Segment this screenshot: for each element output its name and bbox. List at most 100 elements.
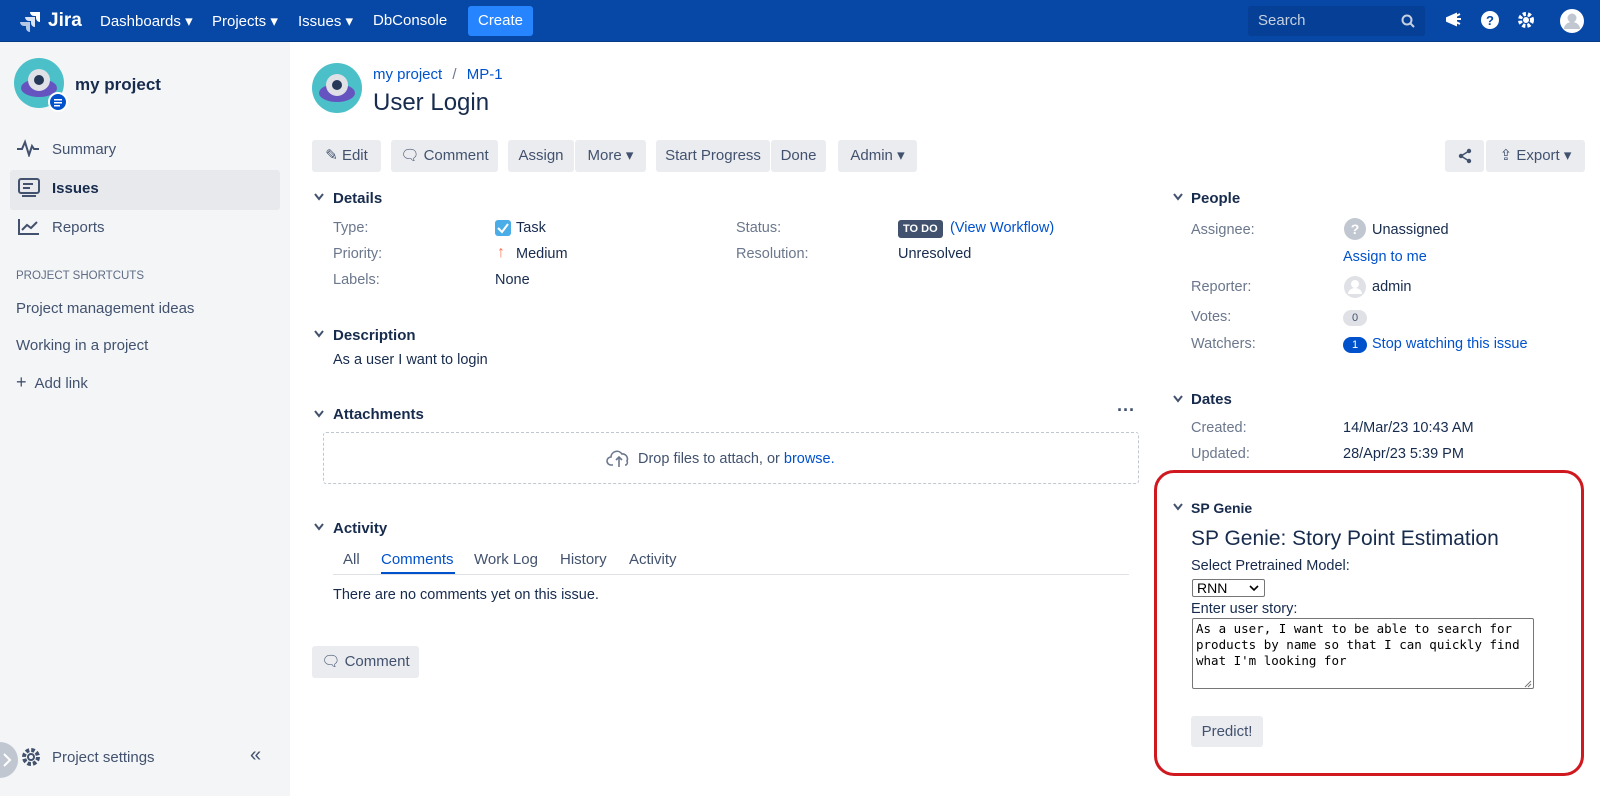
nav-issues[interactable]: Issues ▾ <box>298 12 353 30</box>
assignee-label: Assignee: <box>1191 222 1255 238</box>
settings-gear-icon[interactable] <box>1516 10 1536 30</box>
nav-projects[interactable]: Projects ▾ <box>212 12 278 30</box>
chevron-down-icon: ▾ <box>1563 147 1572 164</box>
assign-to-me-link[interactable]: Assign to me <box>1343 249 1427 265</box>
priority-value: Medium <box>516 246 568 262</box>
tab-activity[interactable]: Activity <box>629 551 677 568</box>
priority-label: Priority: <box>333 246 383 262</box>
drop-files-text: Drop files to attach, or browse. <box>638 451 835 467</box>
reporter-label: Reporter: <box>1191 279 1252 295</box>
sp-genie-collapse-chevron-icon[interactable] <box>1173 503 1183 511</box>
dates-collapse-chevron-icon[interactable] <box>1173 395 1183 403</box>
notifications-megaphone-icon[interactable] <box>1444 10 1464 30</box>
pretrained-model-select[interactable]: RNN <box>1192 579 1265 597</box>
sidebar-item-issues-highlight <box>10 170 280 210</box>
resolution-value: Unresolved <box>898 246 972 262</box>
no-comments-text: There are no comments yet on this issue. <box>333 587 599 603</box>
nav-dbconsole[interactable]: DbConsole <box>373 12 447 29</box>
add-comment-button[interactable]: 🗨 Comment <box>312 646 419 678</box>
attachments-more-options-icon[interactable]: ··· <box>1117 400 1135 421</box>
project-settings-link[interactable]: Project settings <box>52 749 155 766</box>
edit-button-label: Edit <box>341 147 368 164</box>
votes-label: Votes: <box>1191 309 1232 325</box>
predict-button[interactable]: Predict! <box>1191 716 1263 747</box>
task-checkbox-icon <box>495 220 511 236</box>
done-button[interactable]: Done <box>771 140 826 172</box>
tab-work-log[interactable]: Work Log <box>474 551 538 568</box>
chevron-down-icon <box>1249 585 1259 592</box>
top-navigation-bar: Jira Dashboards ▾ Projects ▾ Issues ▾ Db… <box>0 0 1600 42</box>
expand-arrow-icon[interactable] <box>0 742 22 778</box>
selected-model-value: RNN <box>1197 580 1228 596</box>
share-button[interactable] <box>1445 140 1484 172</box>
resize-handle-icon[interactable] <box>1524 680 1532 688</box>
cloud-upload-icon <box>606 450 629 467</box>
comment-button-label: Comment <box>423 147 489 164</box>
start-progress-button[interactable]: Start Progress <box>656 140 770 172</box>
issue-title[interactable]: User Login <box>373 89 489 117</box>
issues-icon <box>18 178 40 197</box>
export-button[interactable]: ⇪ Export ▾ <box>1486 140 1585 172</box>
attachments-heading: Attachments <box>333 406 424 423</box>
type-value: Task <box>516 220 546 236</box>
user-avatar-icon[interactable] <box>1559 8 1585 34</box>
project-sidebar: my project Summary Issues Reports PROJEC… <box>0 42 290 796</box>
edit-button[interactable]: ✎ Edit <box>312 140 381 172</box>
description-collapse-chevron-icon[interactable] <box>314 330 324 338</box>
watchers-count-badge: 1 <box>1343 337 1367 353</box>
comment-button[interactable]: 🗨 Comment <box>391 140 498 172</box>
activity-collapse-chevron-icon[interactable] <box>314 523 324 531</box>
tabs-divider <box>333 574 1129 575</box>
chevron-down-icon: ▾ <box>345 13 354 30</box>
collapse-sidebar-icon[interactable]: « <box>250 744 261 767</box>
sidebar-item-issues[interactable]: Issues <box>52 180 99 197</box>
description-heading: Description <box>333 327 416 344</box>
tab-history[interactable]: History <box>560 551 607 568</box>
assignee-value[interactable]: Unassigned <box>1372 222 1449 238</box>
user-story-textarea[interactable]: As a user, I want to be able to search f… <box>1192 618 1534 689</box>
create-button[interactable]: Create <box>468 6 533 36</box>
breadcrumb-issue-key-link[interactable]: MP-1 <box>467 66 503 83</box>
svg-text:?: ? <box>1486 13 1494 28</box>
drop-files-label: Drop files to attach, or <box>638 451 780 467</box>
view-workflow-link[interactable]: (View Workflow) <box>950 220 1054 236</box>
details-collapse-chevron-icon[interactable] <box>314 193 324 201</box>
shortcut-working-in-a-project[interactable]: Working in a project <box>16 337 148 354</box>
shortcut-project-management-ideas[interactable]: Project management ideas <box>16 300 194 317</box>
updated-value: 28/Apr/23 5:39 PM <box>1343 446 1464 462</box>
help-icon[interactable]: ? <box>1480 10 1500 30</box>
nav-dashboards-label: Dashboards <box>100 13 181 30</box>
more-button[interactable]: More ▾ <box>575 140 646 172</box>
add-link-button[interactable]: + Add link <box>16 372 88 393</box>
assign-button[interactable]: Assign <box>508 140 574 172</box>
search-placeholder: Search <box>1258 12 1306 29</box>
priority-medium-arrow-icon: ↑ <box>497 244 505 261</box>
sidebar-item-summary[interactable]: Summary <box>52 141 116 158</box>
sidebar-item-reports[interactable]: Reports <box>52 219 105 236</box>
jira-logo[interactable]: Jira <box>20 8 82 34</box>
comment-bubble-icon: 🗨 <box>321 653 341 670</box>
stop-watching-link[interactable]: Stop watching this issue <box>1372 336 1528 352</box>
attachments-collapse-chevron-icon[interactable] <box>314 410 324 418</box>
description-text[interactable]: As a user I want to login <box>333 352 488 368</box>
project-shortcuts-heading: PROJECT SHORTCUTS <box>16 270 145 282</box>
tab-comments[interactable]: Comments <box>381 551 454 568</box>
nav-dashboards[interactable]: Dashboards ▾ <box>100 12 193 30</box>
chevron-down-icon: ▾ <box>625 147 634 164</box>
reporter-value[interactable]: admin <box>1372 279 1412 295</box>
tab-all[interactable]: All <box>343 551 360 568</box>
admin-button[interactable]: Admin ▾ <box>838 140 917 172</box>
dates-heading: Dates <box>1191 391 1232 408</box>
search-icon <box>1401 14 1415 28</box>
jira-logo-text: Jira <box>48 10 82 31</box>
created-value: 14/Mar/23 10:43 AM <box>1343 420 1474 436</box>
breadcrumb-project-link[interactable]: my project <box>373 66 442 83</box>
project-name[interactable]: my project <box>75 75 161 95</box>
people-collapse-chevron-icon[interactable] <box>1173 193 1183 201</box>
votes-count-badge[interactable]: 0 <box>1343 310 1367 326</box>
browse-link[interactable]: browse. <box>784 451 835 467</box>
search-input[interactable]: Search <box>1248 6 1425 36</box>
type-label: Type: <box>333 220 369 236</box>
user-story-label: Enter user story: <box>1191 601 1298 617</box>
breadcrumb: my project / MP-1 <box>373 66 503 83</box>
